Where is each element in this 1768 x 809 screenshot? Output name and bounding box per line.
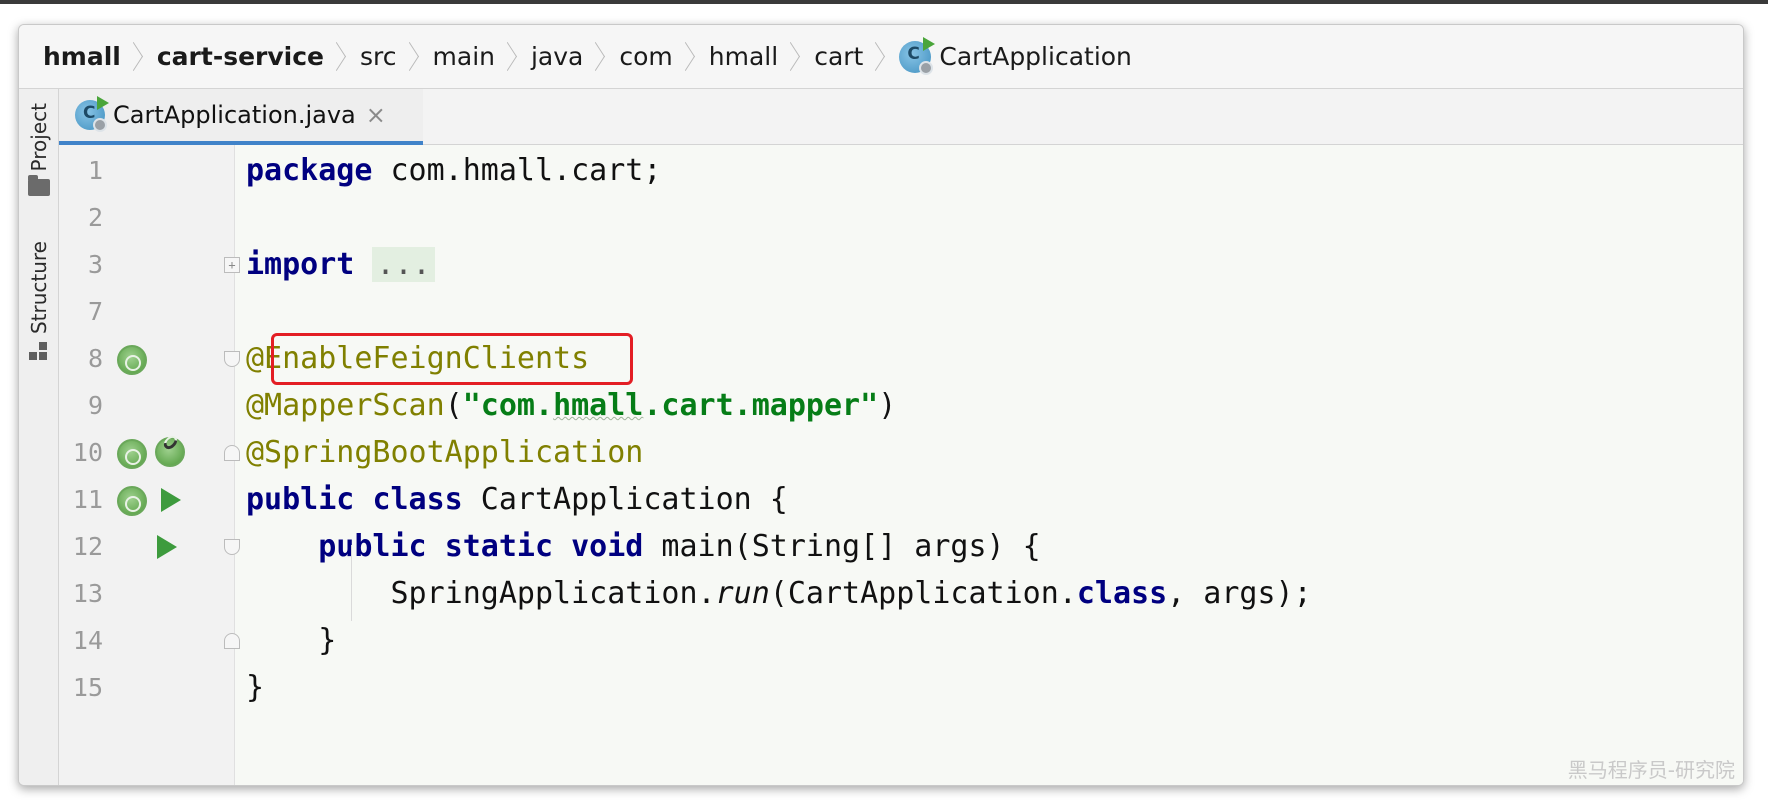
crumb-separator: [407, 40, 419, 74]
close-icon[interactable]: ×: [366, 101, 386, 129]
code-line: 15 }: [59, 662, 1743, 714]
fold-end-icon[interactable]: [224, 445, 240, 461]
code-text[interactable]: @SpringBootApplication: [246, 427, 643, 479]
spring-class-icon: [75, 96, 109, 132]
code-line: 14 }: [59, 615, 1743, 667]
code-line: 3 import ...: [59, 239, 1743, 291]
code-line: 2: [59, 192, 1743, 244]
crumb-module[interactable]: cart-service: [157, 42, 324, 71]
project-tool-button[interactable]: Project: [19, 103, 59, 197]
spring-class-icon: [899, 36, 936, 75]
run-main-icon[interactable]: [157, 535, 177, 559]
crumb-separator: [131, 40, 143, 74]
breadcrumb: hmall cart-service src main java com hma…: [19, 25, 1743, 89]
code-text[interactable]: public static void main(String[] args) {: [246, 521, 1040, 573]
fold-collapse-icon[interactable]: [224, 539, 240, 555]
code-line: 10 @SpringBootApplication: [59, 427, 1743, 479]
highlight-annotation-box: [271, 333, 633, 385]
line-number: 3: [87, 250, 103, 279]
tool-window-strip: Project Structure: [19, 89, 59, 785]
crumb-java[interactable]: java: [531, 42, 583, 71]
tab-cartapplication-java[interactable]: CartApplication.java ×: [59, 89, 423, 145]
line-number: 11: [72, 485, 103, 514]
code-text[interactable]: }: [246, 662, 264, 714]
spring-config-check-icon[interactable]: [155, 437, 185, 467]
code-text[interactable]: SpringApplication.run(CartApplication.cl…: [246, 568, 1311, 620]
code-line: 1 package com.hmall.cart;: [59, 145, 1743, 197]
code-line: 9 @MapperScan("com.hmall.cart.mapper"): [59, 380, 1743, 432]
crumb-separator: [334, 40, 346, 74]
code-text[interactable]: }: [246, 615, 336, 667]
ide-window: hmall cart-service src main java com hma…: [18, 24, 1744, 786]
line-number: 10: [72, 438, 103, 467]
folder-icon: [28, 175, 50, 197]
watermark: 黑马程序员-研究院: [1567, 758, 1735, 782]
screen-top-edge: [0, 0, 1768, 4]
code-text[interactable]: public class CartApplication {: [246, 474, 788, 526]
run-class-icon[interactable]: [161, 488, 181, 512]
folded-imports[interactable]: ...: [372, 247, 435, 282]
code-line: 7: [59, 286, 1743, 338]
code-editor[interactable]: 1 package com.hmall.cart; 2 3 import ...…: [59, 145, 1743, 785]
code-line: 11 public class CartApplication {: [59, 474, 1743, 526]
code-text[interactable]: @MapperScan("com.hmall.cart.mapper"): [246, 380, 896, 432]
line-number: 13: [72, 579, 103, 608]
line-number: 7: [87, 297, 103, 326]
code-text[interactable]: package com.hmall.cart;: [246, 145, 661, 197]
structure-icon: [29, 342, 49, 362]
crumb-class[interactable]: CartApplication: [899, 36, 1132, 75]
crumb-separator: [505, 40, 517, 74]
feign-bean-icon[interactable]: [117, 345, 147, 375]
code-text[interactable]: import ...: [246, 239, 435, 291]
crumb-hmall[interactable]: hmall: [709, 42, 778, 71]
crumb-separator: [683, 40, 695, 74]
spring-class-bean-icon[interactable]: [117, 486, 147, 516]
line-number: 8: [87, 344, 103, 373]
crumb-src[interactable]: src: [360, 42, 397, 71]
indent-guide: [351, 545, 352, 621]
fold-collapse-icon[interactable]: [224, 351, 240, 367]
code-line: 13 SpringApplication.run(CartApplication…: [59, 568, 1743, 620]
structure-tool-button[interactable]: Structure: [19, 241, 59, 362]
crumb-main[interactable]: main: [433, 42, 495, 71]
crumb-separator: [873, 40, 885, 74]
line-number: 14: [72, 626, 103, 655]
crumb-project[interactable]: hmall: [43, 42, 121, 71]
crumb-separator: [593, 40, 605, 74]
line-number: 12: [72, 532, 103, 561]
line-number: 1: [87, 156, 103, 185]
editor-tab-bar: CartApplication.java ×: [59, 89, 1743, 145]
fold-expand-icon[interactable]: +: [224, 257, 240, 273]
line-number: 15: [72, 673, 103, 702]
line-number: 9: [87, 391, 103, 420]
code-line: 12 public static void main(String[] args…: [59, 521, 1743, 573]
crumb-com[interactable]: com: [619, 42, 672, 71]
crumb-cart[interactable]: cart: [814, 42, 863, 71]
spring-bean-icon[interactable]: [117, 439, 147, 469]
fold-end-icon[interactable]: [224, 633, 240, 649]
crumb-separator: [788, 40, 800, 74]
line-number: 2: [87, 203, 103, 232]
